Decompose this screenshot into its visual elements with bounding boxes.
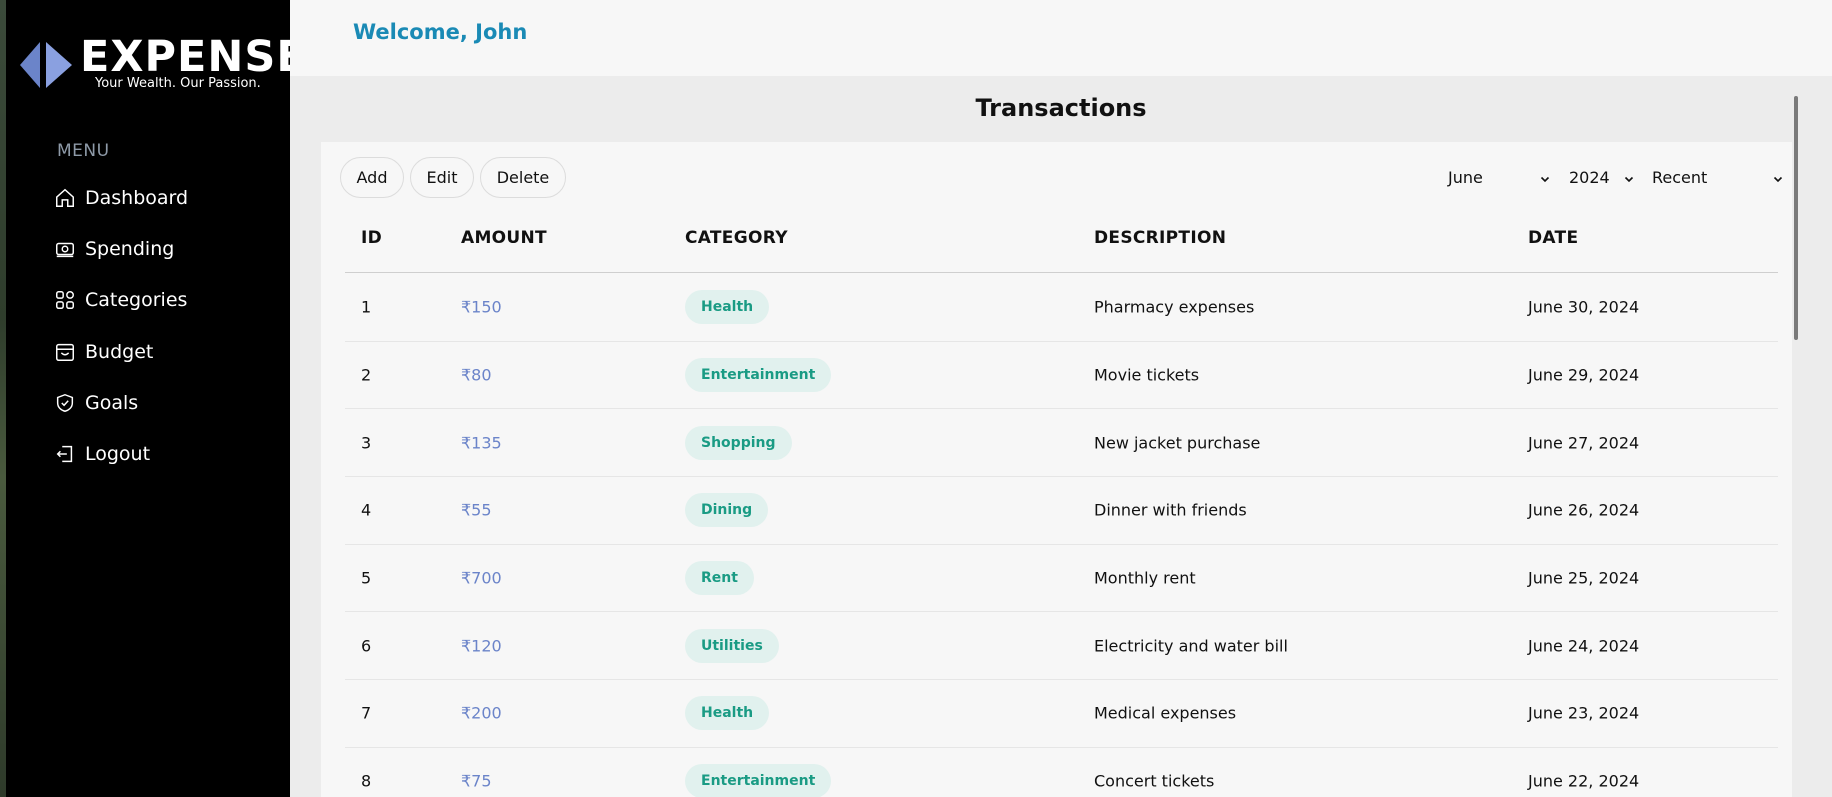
cell-amount: ₹80 — [461, 365, 492, 385]
cell-description: New jacket purchase — [1094, 433, 1261, 453]
cell-date: June 29, 2024 — [1528, 365, 1640, 385]
sidebar-item-label: Dashboard — [85, 186, 189, 209]
cell-date: June 23, 2024 — [1528, 703, 1640, 723]
sidebar-item-budget[interactable]: Budget — [53, 326, 283, 377]
delete-button[interactable]: Delete — [480, 157, 566, 198]
cell-description: Dinner with friends — [1094, 500, 1247, 520]
sidebar-item-goals[interactable]: Goals — [53, 377, 283, 428]
menu-heading: MENU — [57, 141, 110, 161]
cell-id: 7 — [361, 703, 372, 723]
cell-amount: ₹120 — [461, 636, 502, 656]
category-badge: Utilities — [685, 628, 779, 663]
cell-amount: ₹150 — [461, 297, 502, 317]
sidebar-item-logout[interactable]: Logout — [53, 428, 283, 479]
scrollbar-thumb[interactable] — [1794, 96, 1798, 340]
sidebar-item-spending[interactable]: Spending — [53, 223, 283, 274]
cell-id: 8 — [361, 771, 372, 791]
sort-select[interactable]: Recent — [1652, 160, 1784, 194]
cell-description: Concert tickets — [1094, 771, 1215, 791]
category-badge: Health — [685, 696, 770, 731]
column-header-amount[interactable]: AMOUNT — [461, 228, 547, 248]
top-header: Welcome, John — [290, 0, 1832, 76]
table-row[interactable]: 5 ₹700 Rent Monthly rent June 25, 2024 — [345, 545, 1778, 613]
table-header: ID AMOUNT CATEGORY DESCRIPTION DATE — [345, 222, 1778, 273]
edit-button[interactable]: Edit — [410, 157, 474, 198]
cell-description: Movie tickets — [1094, 365, 1200, 385]
table-row[interactable]: 4 ₹55 Dining Dinner with friends June 26… — [345, 477, 1778, 545]
sidebar-item-label: Budget — [85, 340, 154, 363]
category-badge: Rent — [685, 561, 754, 596]
money-icon — [53, 237, 77, 261]
cell-date: June 25, 2024 — [1528, 568, 1640, 588]
year-select[interactable]: 2024 — [1569, 160, 1635, 194]
column-header-category[interactable]: CATEGORY — [685, 228, 788, 248]
sidebar-item-label: Spending — [85, 237, 175, 260]
table-row[interactable]: 1 ₹150 Health Pharmacy expenses June 30,… — [345, 274, 1778, 342]
cell-id: 1 — [361, 297, 372, 317]
month-select[interactable]: June — [1448, 160, 1551, 194]
logout-icon — [53, 442, 77, 466]
cell-id: 4 — [361, 500, 372, 520]
sidebar: EXPENSE Your Wealth. Our Passion. MENU D… — [6, 0, 306, 797]
cell-amount: ₹700 — [461, 568, 502, 588]
wallet-icon — [53, 340, 77, 364]
cell-amount: ₹200 — [461, 703, 502, 723]
cell-description: Monthly rent — [1094, 568, 1196, 588]
brand-name: EXPENSE — [80, 32, 307, 82]
sidebar-item-label: Logout — [85, 443, 151, 466]
column-header-date[interactable]: DATE — [1528, 228, 1578, 248]
cell-date: June 30, 2024 — [1528, 297, 1640, 317]
cell-date: June 27, 2024 — [1528, 433, 1640, 453]
month-select-value: June — [1448, 167, 1483, 187]
cell-id: 5 — [361, 568, 372, 588]
cell-id: 2 — [361, 365, 372, 385]
sidebar-item-label: Categories — [85, 289, 188, 312]
cell-amount: ₹55 — [461, 500, 492, 520]
category-badge: Health — [685, 290, 770, 325]
sidebar-nav: Dashboard Spending Categories Budget Goa… — [53, 172, 283, 480]
table-row[interactable]: 8 ₹75 Entertainment Concert tickets June… — [345, 748, 1778, 797]
transactions-table-body: 1 ₹150 Health Pharmacy expenses June 30,… — [345, 274, 1778, 797]
grid-icon — [53, 288, 77, 312]
table-row[interactable]: 7 ₹200 Health Medical expenses June 23, … — [345, 680, 1778, 748]
chevron-down-icon — [1623, 170, 1635, 183]
cell-description: Medical expenses — [1094, 703, 1237, 723]
cell-amount: ₹135 — [461, 433, 502, 453]
sidebar-item-categories[interactable]: Categories — [53, 275, 283, 326]
table-row[interactable]: 2 ₹80 Entertainment Movie tickets June 2… — [345, 342, 1778, 410]
cell-id: 3 — [361, 433, 372, 453]
sidebar-item-label: Goals — [85, 391, 139, 414]
sidebar-item-dashboard[interactable]: Dashboard — [53, 172, 283, 223]
table-row[interactable]: 3 ₹135 Shopping New jacket purchase June… — [345, 409, 1778, 478]
welcome-message: Welcome, John — [353, 20, 528, 44]
chevron-down-icon — [1539, 170, 1551, 183]
cell-date: June 26, 2024 — [1528, 500, 1640, 520]
cell-date: June 22, 2024 — [1528, 771, 1640, 791]
cell-date: June 24, 2024 — [1528, 636, 1640, 656]
page-title: Transactions — [975, 94, 1147, 122]
column-header-id[interactable]: ID — [361, 228, 382, 248]
shield-check-icon — [53, 391, 77, 415]
category-badge: Entertainment — [685, 358, 832, 393]
category-badge: Entertainment — [685, 764, 832, 797]
chevron-down-icon — [1772, 170, 1784, 183]
cell-description: Electricity and water bill — [1094, 636, 1288, 656]
cell-amount: ₹75 — [461, 771, 492, 791]
cell-description: Pharmacy expenses — [1094, 297, 1255, 317]
table-row[interactable]: 6 ₹120 Utilities Electricity and water b… — [345, 612, 1778, 681]
add-button[interactable]: Add — [340, 157, 404, 198]
year-select-value: 2024 — [1569, 167, 1610, 187]
logo-mark-icon — [20, 42, 72, 88]
column-header-description[interactable]: DESCRIPTION — [1094, 228, 1226, 248]
brand-logo[interactable]: EXPENSE Your Wealth. Our Passion. — [16, 36, 306, 94]
brand-tagline: Your Wealth. Our Passion. — [95, 76, 261, 91]
category-badge: Shopping — [685, 425, 792, 460]
home-icon — [53, 186, 77, 210]
cell-id: 6 — [361, 636, 372, 656]
sort-select-value: Recent — [1652, 167, 1708, 187]
category-badge: Dining — [685, 493, 769, 528]
